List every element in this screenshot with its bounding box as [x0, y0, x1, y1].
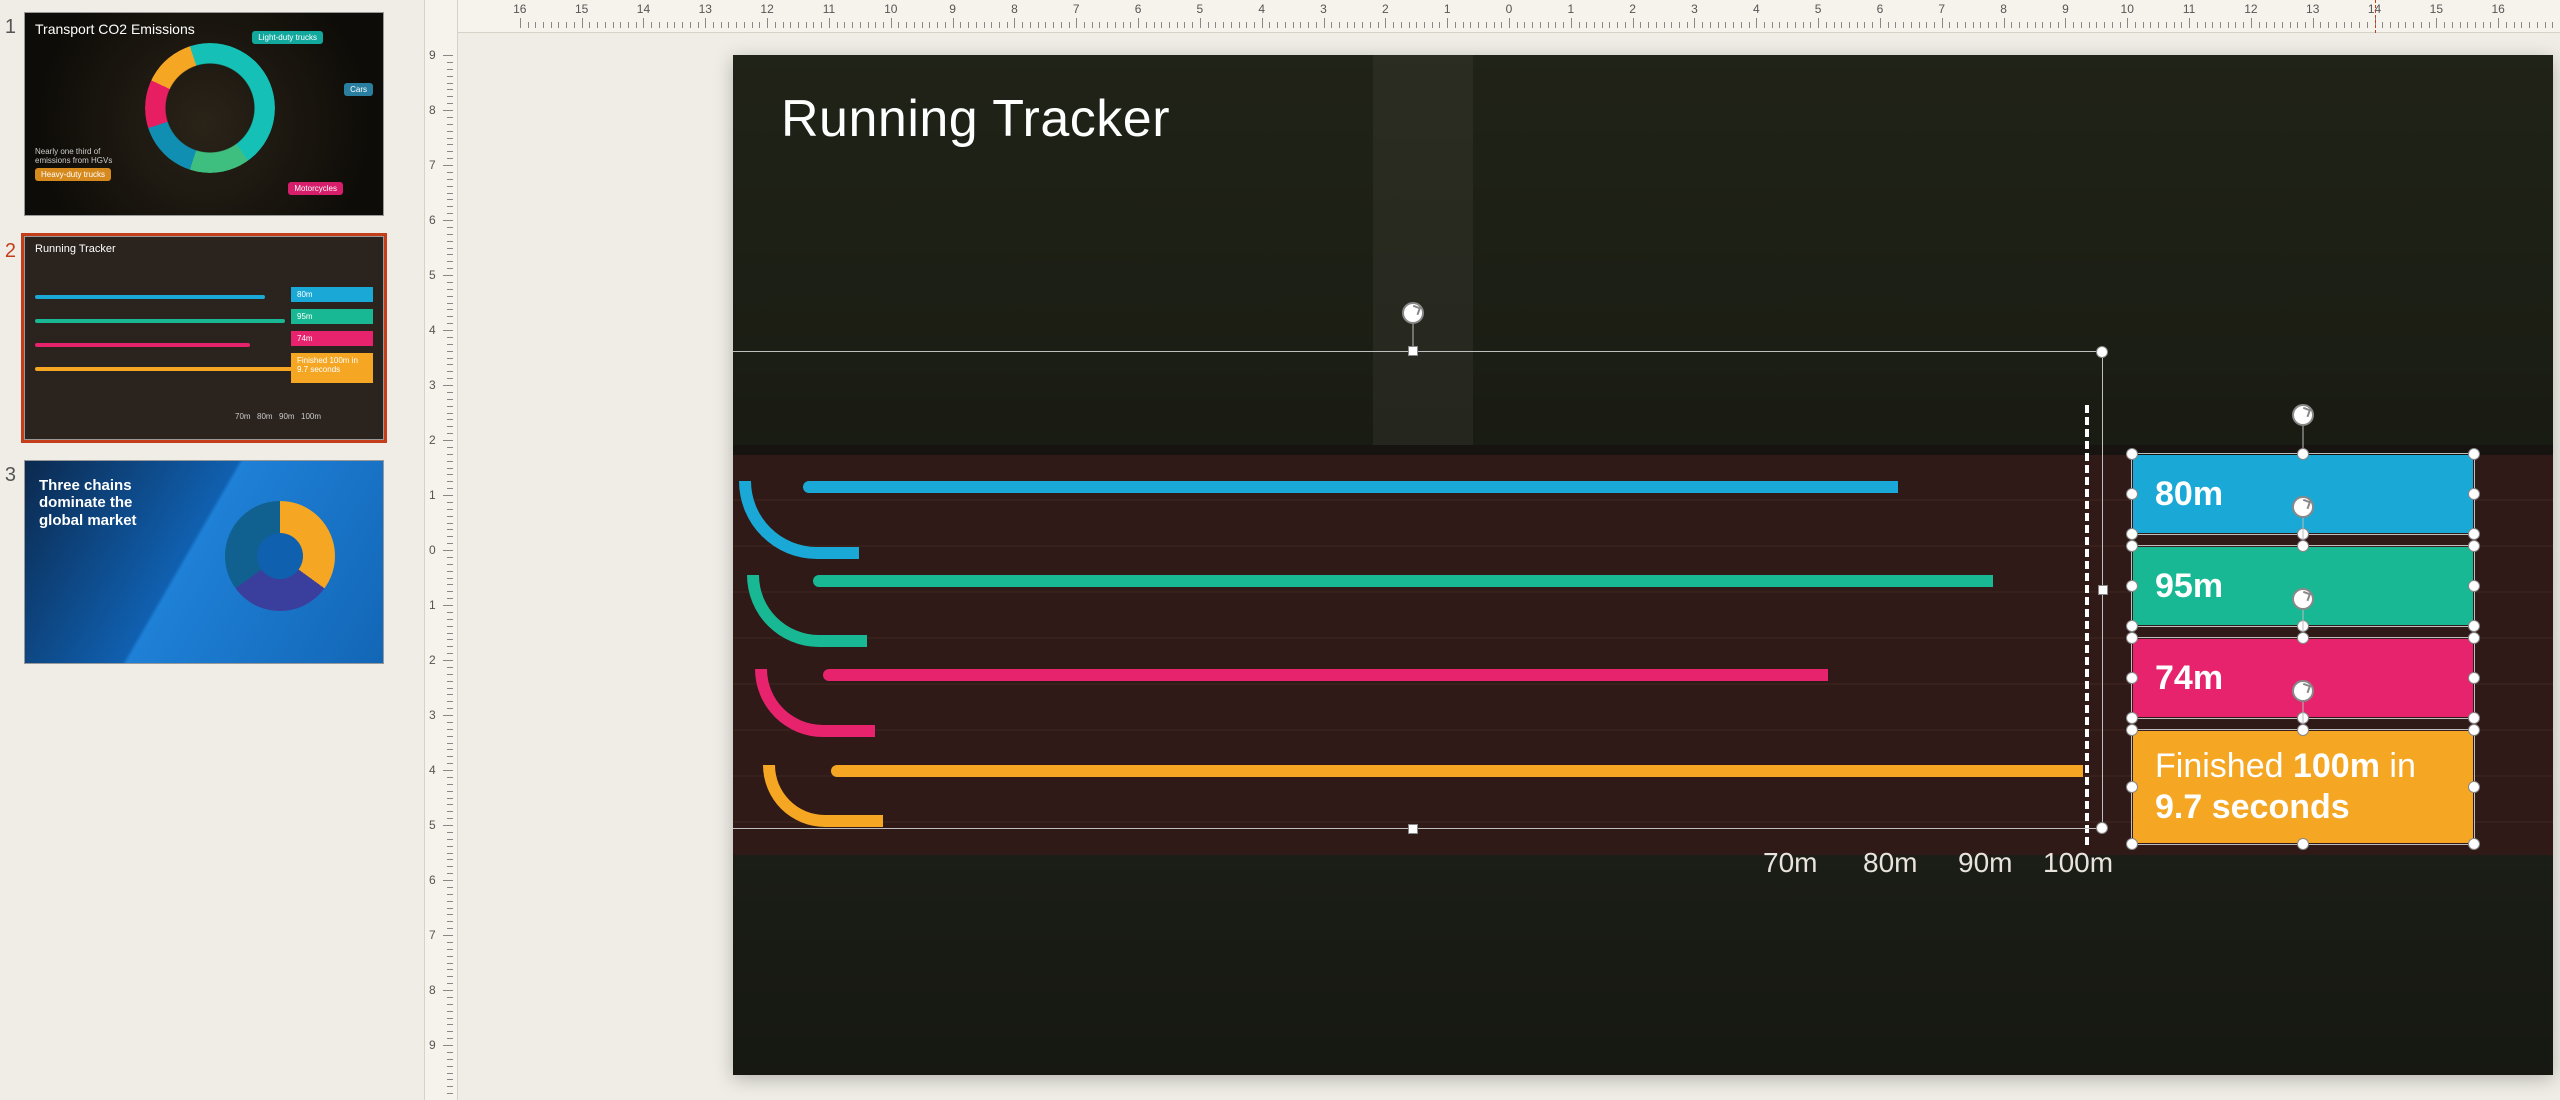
slide-title[interactable]: Running Tracker: [781, 89, 1170, 149]
thumb2-lab: 74m: [291, 331, 373, 346]
axis-label-90m: 90m: [1958, 847, 2012, 879]
slide-number: 1: [0, 12, 24, 39]
thumb1-chip: Heavy-duty trucks: [35, 168, 111, 181]
thumb1-chip: Cars: [344, 83, 373, 96]
legend-final-pre: Finished: [2155, 747, 2293, 785]
thumb3-pie: [225, 501, 335, 611]
app-root: 1 Transport CO2 Emissions Nearly one thi…: [0, 0, 2560, 1100]
slide-thumb-1[interactable]: 1 Transport CO2 Emissions Nearly one thi…: [0, 12, 414, 216]
thumb1-title: Transport CO2 Emissions: [35, 21, 195, 37]
slide-thumb-preview[interactable]: Transport CO2 Emissions Nearly one third…: [24, 12, 384, 216]
thumb2-line: [35, 295, 265, 299]
runner-bar-1[interactable]: [803, 481, 1898, 493]
legend-final-bold2: 9.7 seconds: [2155, 788, 2350, 826]
legend-box-2[interactable]: 95m: [2133, 547, 2473, 625]
thumb2-lab: 80m: [291, 287, 373, 302]
legend-label-3: 74m: [2155, 659, 2223, 698]
thumb1-chip: Light-duty trucks: [252, 31, 323, 44]
thumb2-line: [35, 319, 285, 323]
legend-label-2: 95m: [2155, 567, 2223, 606]
thumb2-axis: 100m: [301, 412, 321, 421]
slide-thumb-2[interactable]: 2 Running Tracker 80m 95m 74m Finished 1…: [0, 236, 414, 440]
slide-number: 3: [0, 460, 24, 487]
slide-thumb-preview[interactable]: Three chains dominate the global market: [24, 460, 384, 664]
vertical-ruler[interactable]: 9876543210123456789: [425, 0, 458, 1100]
slide-thumbnail-panel[interactable]: 1 Transport CO2 Emissions Nearly one thi…: [0, 0, 425, 1100]
slide-number: 2: [0, 236, 24, 263]
legend-box-1[interactable]: 80m: [2133, 455, 2473, 533]
finish-line[interactable]: [2085, 405, 2089, 845]
slide-edit-area[interactable]: Running Tracker 70m 80m 90m 100m 80m 95m: [458, 33, 2560, 1100]
thumb2-lab: 95m: [291, 309, 373, 324]
slide-thumb-3[interactable]: 3 Three chains dominate the global marke…: [0, 460, 414, 664]
thumb2-line: [35, 343, 250, 347]
runner-bar-4[interactable]: [831, 765, 2083, 777]
runner-bar-3[interactable]: [823, 669, 1828, 681]
thumb3-title: Three chains dominate the global market: [39, 477, 169, 529]
legend-final-bold1: 100m: [2293, 747, 2380, 785]
axis-label-100m: 100m: [2043, 847, 2113, 879]
legend-final-mid: in: [2380, 747, 2416, 785]
legend-final-line1: Finished 100m in: [2155, 746, 2416, 787]
axis-label-80m: 80m: [1863, 847, 1917, 879]
legend-final-line2: 9.7 seconds: [2155, 787, 2350, 828]
slide-canvas[interactable]: Running Tracker 70m 80m 90m 100m 80m 95m: [733, 55, 2553, 1075]
thumb2-title: Running Tracker: [35, 243, 116, 255]
thumb1-donut: [145, 43, 275, 173]
legend-box-3[interactable]: 74m: [2133, 639, 2473, 717]
horizontal-ruler[interactable]: 1615141312111098765432101234567891011121…: [458, 0, 2560, 33]
thumb2-line: [35, 367, 300, 371]
legend-label-1: 80m: [2155, 475, 2223, 514]
axis-label-70m: 70m: [1763, 847, 1817, 879]
thumb2-axis: 70m: [235, 412, 251, 421]
runner-bar-2[interactable]: [813, 575, 1993, 587]
slide-thumb-preview[interactable]: Running Tracker 80m 95m 74m Finished 100…: [24, 236, 384, 440]
legend-box-4[interactable]: Finished 100m in 9.7 seconds: [2133, 731, 2473, 843]
thumb1-chip: Motorcycles: [288, 182, 343, 195]
thumb2-lab: Finished 100m in 9.7 seconds: [291, 353, 373, 383]
thumb2-axis: 80m: [257, 412, 273, 421]
thumb1-sub: Nearly one third of emissions from HGVs: [35, 147, 115, 165]
thumb2-axis: 90m: [279, 412, 295, 421]
